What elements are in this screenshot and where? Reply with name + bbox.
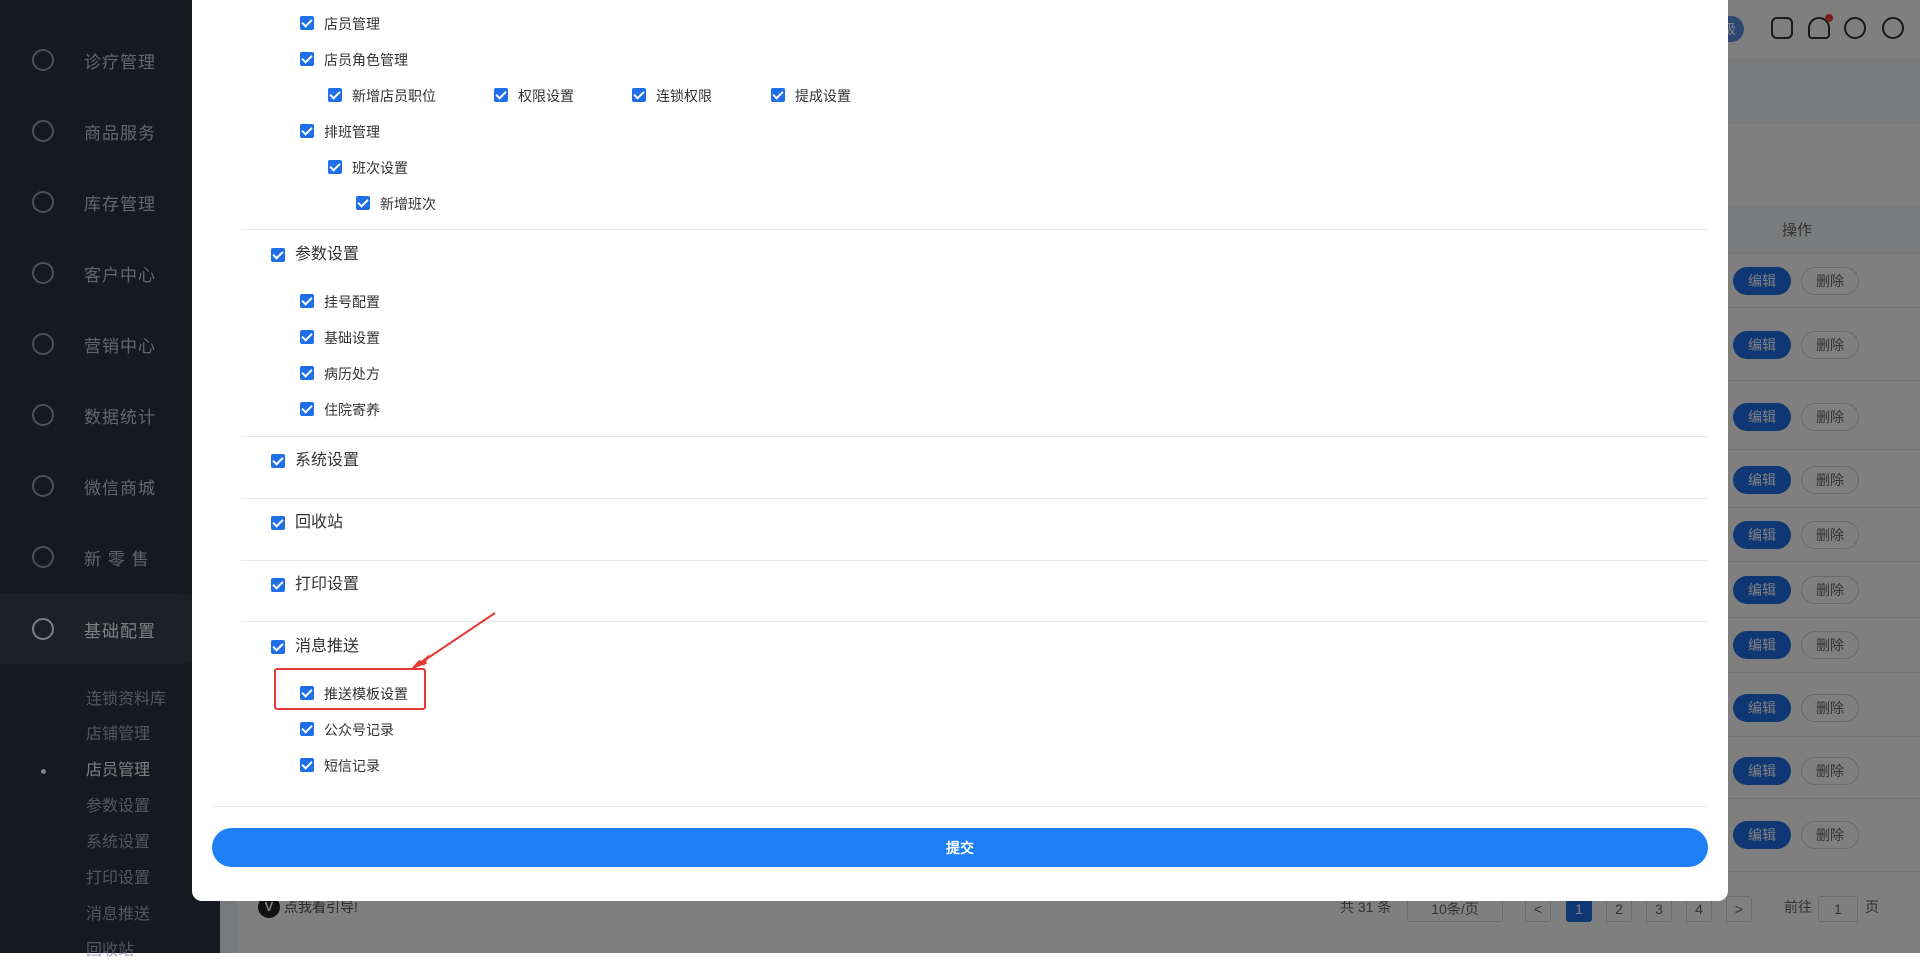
checkbox-param-setting[interactable] bbox=[271, 248, 285, 262]
checkbox-system-setting[interactable] bbox=[271, 454, 285, 468]
divider bbox=[241, 436, 1708, 437]
annotation-arrow-icon bbox=[400, 610, 500, 675]
perm-label: 班次设置 bbox=[352, 160, 408, 176]
checkbox-staff-role-manage[interactable] bbox=[300, 52, 314, 66]
perm-group-label: 参数设置 bbox=[295, 246, 359, 264]
perm-label: 店员管理 bbox=[324, 16, 380, 32]
submit-button[interactable]: 提交 bbox=[212, 828, 1708, 867]
checkbox-message-push[interactable] bbox=[271, 640, 285, 654]
divider bbox=[241, 498, 1708, 499]
checkbox-staff-manage[interactable] bbox=[300, 16, 314, 30]
checkbox-registration-config[interactable] bbox=[300, 294, 314, 308]
checkbox-basic-setting[interactable] bbox=[300, 330, 314, 344]
perm-label: 排班管理 bbox=[324, 124, 380, 140]
checkbox-medical-prescription[interactable] bbox=[300, 366, 314, 380]
divider bbox=[212, 806, 1708, 807]
checkbox-commission-setting[interactable] bbox=[771, 88, 785, 102]
perm-label: 住院寄养 bbox=[324, 402, 380, 418]
checkbox-sms-record[interactable] bbox=[300, 758, 314, 772]
perm-label: 病历处方 bbox=[324, 366, 380, 382]
perm-group-label: 系统设置 bbox=[295, 452, 359, 470]
perm-label: 短信记录 bbox=[324, 758, 380, 774]
checkbox-chain-permission[interactable] bbox=[632, 88, 646, 102]
perm-label: 挂号配置 bbox=[324, 294, 380, 310]
perm-label: 权限设置 bbox=[518, 88, 574, 104]
perm-group-label: 打印设置 bbox=[295, 576, 359, 594]
checkbox-boarding[interactable] bbox=[300, 402, 314, 416]
divider bbox=[241, 560, 1708, 561]
perm-label: 公众号记录 bbox=[324, 722, 394, 738]
checkbox-recycle-bin[interactable] bbox=[271, 516, 285, 530]
perm-group-label: 消息推送 bbox=[295, 638, 359, 656]
perm-label: 新增班次 bbox=[380, 196, 436, 212]
perm-label: 基础设置 bbox=[324, 330, 380, 346]
checkbox-official-account-record[interactable] bbox=[300, 722, 314, 736]
checkbox-add-position[interactable] bbox=[328, 88, 342, 102]
checkbox-print-setting[interactable] bbox=[271, 578, 285, 592]
perm-label: 连锁权限 bbox=[656, 88, 712, 104]
permission-modal bbox=[192, 0, 1728, 901]
divider bbox=[241, 229, 1708, 230]
perm-group-label: 回收站 bbox=[295, 514, 343, 532]
perm-label: 新增店员职位 bbox=[352, 88, 436, 104]
perm-label: 提成设置 bbox=[795, 88, 851, 104]
checkbox-shift-manage[interactable] bbox=[300, 124, 314, 138]
perm-label: 店员角色管理 bbox=[324, 52, 408, 68]
checkbox-shift-setting[interactable] bbox=[328, 160, 342, 174]
checkbox-add-shift[interactable] bbox=[356, 196, 370, 210]
checkbox-permission-setting[interactable] bbox=[494, 88, 508, 102]
